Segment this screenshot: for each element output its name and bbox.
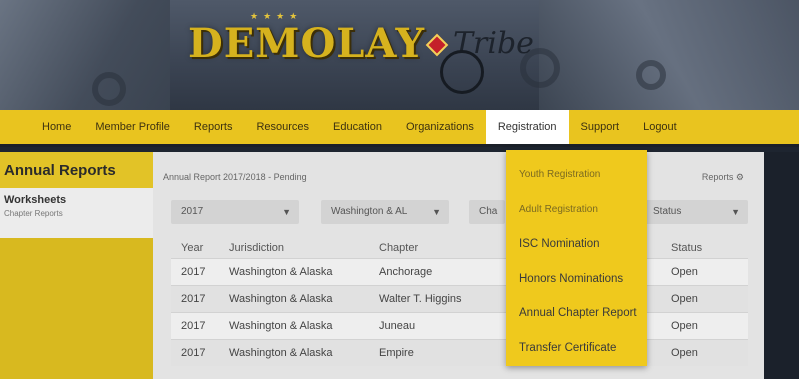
gear-decoration-icon (636, 60, 666, 90)
column-header-jurisdiction[interactable]: Jurisdiction (219, 238, 369, 258)
menu-item-isc-nomination[interactable]: ISC Nomination (506, 227, 647, 262)
chevron-down-icon: ▼ (282, 207, 291, 217)
nav-item-reports[interactable]: Reports (182, 110, 245, 144)
jurisdiction-select-value: Washington & AL (331, 206, 408, 217)
cell-status: Open (661, 338, 748, 366)
cell-jurisdiction: Washington & Alaska (219, 257, 369, 285)
cell-year: 2017 (171, 284, 219, 312)
table-row[interactable]: 2017 Washington & Alaska Juneau Open (171, 311, 748, 339)
menu-item-adult-registration[interactable]: Adult Registration (506, 193, 647, 228)
table-row[interactable]: 2017 Washington & Alaska Walter T. Higgi… (171, 284, 748, 312)
cell-jurisdiction: Washington & Alaska (219, 284, 369, 312)
cell-jurisdiction: Washington & Alaska (219, 311, 369, 339)
year-select[interactable]: 2017 ▼ (171, 200, 299, 224)
site-logo[interactable]: ★★★★ DEMOLAY Tribe (188, 11, 534, 94)
menu-item-transfer-certificate[interactable]: Transfer Certificate (506, 331, 647, 366)
sidebar: Annual Reports Worksheets Chapter Report… (0, 152, 153, 379)
nav-item-organizations[interactable]: Organizations (394, 110, 486, 144)
column-header-year[interactable]: Year (171, 238, 219, 258)
banner-decoration-left (0, 0, 170, 110)
gear-decoration-icon (92, 72, 126, 106)
breadcrumb[interactable]: Annual Report 2017/2018 - Pending (163, 172, 307, 182)
chapter-select[interactable]: Cha (469, 200, 505, 224)
chapter-select-value: Cha (479, 206, 498, 217)
jurisdiction-select[interactable]: Washington & AL ▼ (321, 200, 449, 224)
banner-decoration-right (539, 0, 799, 110)
status-select[interactable]: Status ▼ (643, 200, 748, 224)
table-row[interactable]: 2017 Washington & Alaska Empire Open (171, 338, 748, 366)
status-select-value: Status (653, 206, 682, 217)
sidebar-item-caption: Chapter Reports (4, 209, 63, 218)
logo-ring-icon (440, 50, 484, 94)
main-nav: Home Member Profile Reports Resources Ed… (0, 110, 799, 147)
sidebar-item-title: Worksheets (4, 194, 67, 206)
nav-item-member-profile[interactable]: Member Profile (83, 110, 182, 144)
chevron-down-icon: ▼ (432, 207, 441, 217)
menu-item-annual-chapter-report[interactable]: Annual Chapter Report (506, 296, 647, 331)
logo-wordmark: DEMOLAY (188, 20, 426, 67)
chevron-down-icon: ▼ (731, 207, 740, 217)
nav-item-registration[interactable]: Registration (485, 110, 569, 144)
reports-table: Year Jurisdiction Chapter Status 2017 Wa… (171, 238, 748, 366)
nav-item-resources[interactable]: Resources (244, 110, 321, 144)
cell-year: 2017 (171, 311, 219, 339)
cell-status: Open (661, 311, 748, 339)
cell-jurisdiction: Washington & Alaska (219, 338, 369, 366)
page-gutter-right (764, 152, 799, 379)
cell-year: 2017 (171, 338, 219, 366)
logo-gem-icon (425, 33, 449, 57)
sidebar-item-worksheets[interactable]: Worksheets Chapter Reports (0, 188, 153, 238)
table-row[interactable]: 2017 Washington & Alaska Anchorage Open (171, 257, 748, 285)
table-header-row: Year Jurisdiction Chapter Status (171, 238, 748, 258)
sidebar-heading: Annual Reports (0, 152, 153, 188)
cell-status: Open (661, 257, 748, 285)
registration-dropdown-menu: Youth Registration Adult Registration IS… (506, 150, 647, 366)
column-header-status[interactable]: Status (661, 238, 748, 258)
logo-stars: ★★★★ (250, 11, 303, 21)
nav-item-logout[interactable]: Logout (631, 110, 689, 144)
nav-item-support[interactable]: Support (569, 110, 632, 144)
header-banner: ★★★★ DEMOLAY Tribe (0, 0, 799, 110)
year-select-value: 2017 (181, 206, 204, 217)
nav-item-home[interactable]: Home (30, 110, 83, 144)
main-content: Annual Report 2017/2018 - Pending Report… (153, 152, 764, 379)
cell-year: 2017 (171, 257, 219, 285)
menu-item-honors-nominations[interactable]: Honors Nominations (506, 262, 647, 297)
menu-item-youth-registration[interactable]: Youth Registration (506, 158, 647, 193)
cell-status: Open (661, 284, 748, 312)
reports-link[interactable]: Reports ⚙ (702, 172, 744, 183)
nav-item-education[interactable]: Education (321, 110, 394, 144)
